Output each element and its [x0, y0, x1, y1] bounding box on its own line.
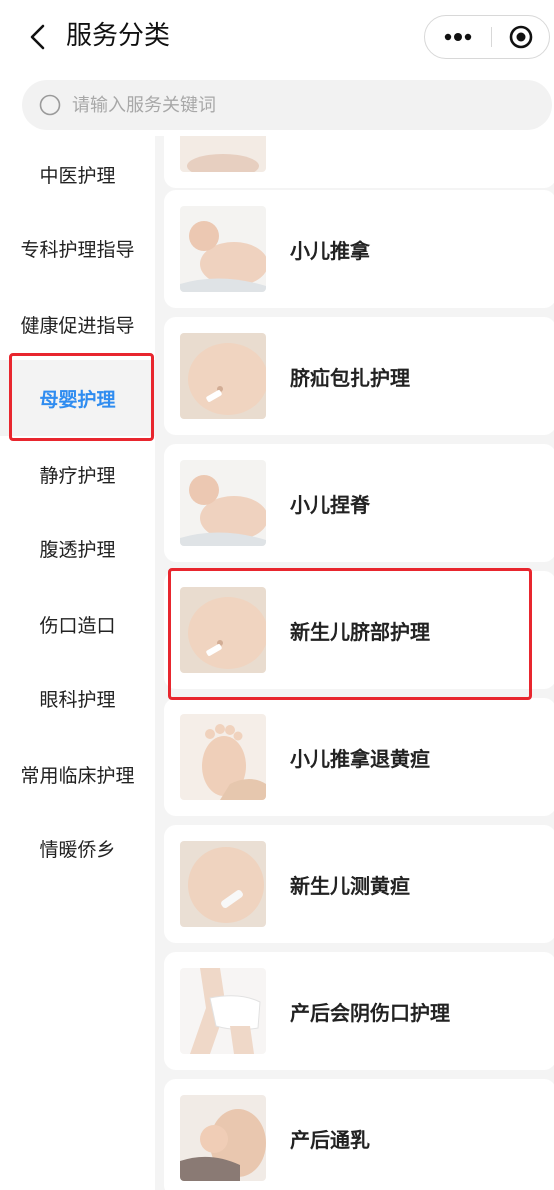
- service-card[interactable]: 小儿推拿退黄疸: [164, 698, 554, 816]
- close-mini-program-icon[interactable]: [492, 16, 550, 58]
- service-title: 新生儿测黄疸: [290, 873, 410, 898]
- search-box[interactable]: [22, 80, 552, 130]
- service-title: 小儿捏脊: [290, 492, 370, 517]
- sidebar-item-label: 中医护理: [39, 164, 116, 187]
- sidebar-item-infusion-nursing[interactable]: 静疗护理: [0, 436, 155, 512]
- service-image: [180, 841, 266, 927]
- sidebar-item-label: 情暖侨乡: [39, 838, 116, 861]
- service-title: 新生儿脐部护理: [290, 619, 430, 644]
- service-title: 脐疝包扎护理: [290, 365, 410, 390]
- sidebar-item-label: 母婴护理: [39, 388, 116, 411]
- sidebar-item-tcm-nursing[interactable]: 中医护理: [0, 136, 155, 212]
- service-title: 小儿推拿退黄疸: [290, 746, 430, 771]
- sidebar-item-wound-stoma[interactable]: 伤口造口: [0, 586, 155, 662]
- sidebar-item-label: 眼科护理: [39, 688, 116, 711]
- service-card[interactable]: 新生儿脐部护理: [164, 571, 554, 689]
- service-card[interactable]: 产后会阴伤口护理: [164, 952, 554, 1070]
- sidebar-item-label: 静疗护理: [39, 464, 116, 487]
- search-icon: [39, 94, 61, 116]
- sidebar-item-peritoneal-dialysis[interactable]: 腹透护理: [0, 510, 155, 586]
- service-card[interactable]: 小儿推拿: [164, 190, 554, 308]
- service-image: [180, 333, 266, 419]
- search-input[interactable]: [72, 80, 532, 130]
- service-image: [180, 460, 266, 546]
- service-title: 小儿推拿: [290, 238, 370, 263]
- service-image: [180, 587, 266, 673]
- sidebar-item-health-promotion[interactable]: 健康促进指导: [0, 286, 155, 362]
- category-sidebar: 中医护理 专科护理指导 健康促进指导 母婴护理 静疗护理 腹透护理 伤口造口 眼…: [0, 136, 155, 1190]
- sidebar-item-label: 专科护理指导: [20, 238, 135, 261]
- service-list: 小儿推拿 脐疝包扎护理 小儿捏脊 新生儿脐部护理 小儿推拿退黄疸 新生儿测黄疸: [155, 136, 554, 1190]
- sidebar-item-label: 健康促进指导: [20, 314, 135, 337]
- search-area: [0, 76, 554, 136]
- sidebar-item-label: 腹透护理: [39, 538, 116, 561]
- service-image: [180, 1095, 266, 1181]
- service-image: [180, 206, 266, 292]
- menu-capsule: [424, 15, 550, 59]
- service-title: 产后通乳: [290, 1127, 370, 1152]
- sidebar-item-specialty-guidance[interactable]: 专科护理指导: [0, 210, 155, 286]
- service-card[interactable]: 脐疝包扎护理: [164, 317, 554, 435]
- service-card[interactable]: 新生儿测黄疸: [164, 825, 554, 943]
- back-icon[interactable]: [26, 22, 52, 52]
- sidebar-item-overseas-care[interactable]: 情暖侨乡: [0, 810, 155, 886]
- nav-bar: 服务分类: [0, 0, 554, 76]
- sidebar-item-label: 伤口造口: [39, 614, 116, 637]
- service-card-partial[interactable]: [164, 136, 554, 188]
- service-title: 产后会阴伤口护理: [290, 1000, 450, 1025]
- service-image: [180, 136, 266, 172]
- service-card[interactable]: 产后通乳: [164, 1079, 554, 1190]
- page-title: 服务分类: [66, 21, 171, 51]
- sidebar-item-ophthalmic[interactable]: 眼科护理: [0, 660, 155, 736]
- service-image: [180, 714, 266, 800]
- service-card[interactable]: 小儿捏脊: [164, 444, 554, 562]
- sidebar-item-maternal-infant[interactable]: 母婴护理: [0, 360, 155, 436]
- sidebar-item-label: 常用临床护理: [20, 764, 135, 787]
- more-icon[interactable]: [425, 16, 491, 58]
- sidebar-item-clinical-nursing[interactable]: 常用临床护理: [0, 736, 155, 812]
- service-image: [180, 968, 266, 1054]
